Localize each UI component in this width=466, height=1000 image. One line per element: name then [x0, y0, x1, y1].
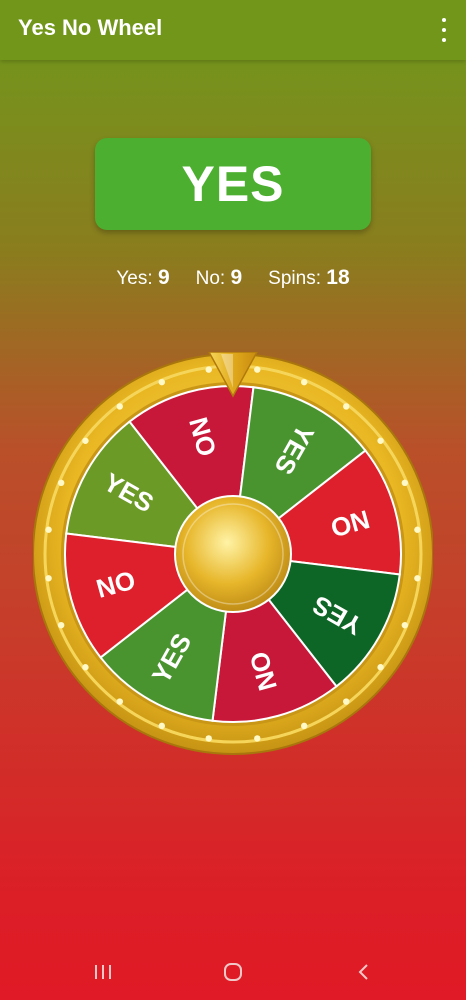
spin-wheel[interactable]: YES NO YES NO YES NO YES NO	[33, 352, 433, 762]
rim-light	[401, 479, 409, 487]
rim-light	[158, 378, 166, 386]
rim-light	[57, 479, 65, 487]
result-text: YES	[181, 156, 285, 212]
home-icon[interactable]	[221, 960, 245, 984]
rim-light	[414, 575, 421, 582]
rim-light	[45, 575, 52, 582]
rim-light	[414, 526, 421, 533]
spins-stat-count: 18	[326, 266, 350, 289]
back-icon[interactable]	[352, 960, 376, 984]
spins-stat: Spins: 18	[268, 266, 349, 290]
rim-light	[377, 664, 384, 671]
rim-light	[377, 437, 384, 444]
rim-light	[116, 698, 123, 705]
rim-light	[205, 735, 212, 742]
yes-stat-count: 9	[157, 266, 170, 289]
spins-stat-label: Spins:	[268, 268, 321, 289]
rim-light	[300, 378, 308, 386]
rim-light	[254, 735, 261, 742]
hub-disc	[174, 495, 292, 613]
app-title: Yes No Wheel	[18, 15, 163, 40]
yes-stat: Yes: 9	[116, 266, 169, 290]
rim-light	[254, 366, 261, 373]
recent-apps-icon[interactable]	[91, 960, 115, 984]
more-vert-icon[interactable]	[436, 18, 452, 42]
stats-row: Yes: 9 No: 9 Spins: 18	[0, 266, 466, 290]
rim-light	[158, 722, 166, 730]
no-stat-label: No:	[195, 268, 226, 289]
rim-light	[343, 403, 350, 410]
rim-light	[401, 621, 409, 629]
rim-light	[205, 366, 212, 373]
app-bar: Yes No Wheel	[0, 0, 466, 60]
yes-stat-label: Yes:	[116, 268, 153, 289]
rim-light	[343, 698, 350, 705]
wheel-hub	[174, 495, 292, 613]
rim-light	[116, 403, 123, 410]
rim-light	[82, 437, 89, 444]
rim-light	[57, 621, 65, 629]
no-stat: No: 9	[196, 266, 243, 290]
rim-light	[300, 722, 308, 730]
system-nav-bar	[0, 942, 466, 1000]
result-banner: YES	[95, 138, 371, 230]
no-stat-count: 9	[230, 266, 243, 289]
rim-light	[82, 664, 89, 671]
rim-light	[45, 526, 52, 533]
